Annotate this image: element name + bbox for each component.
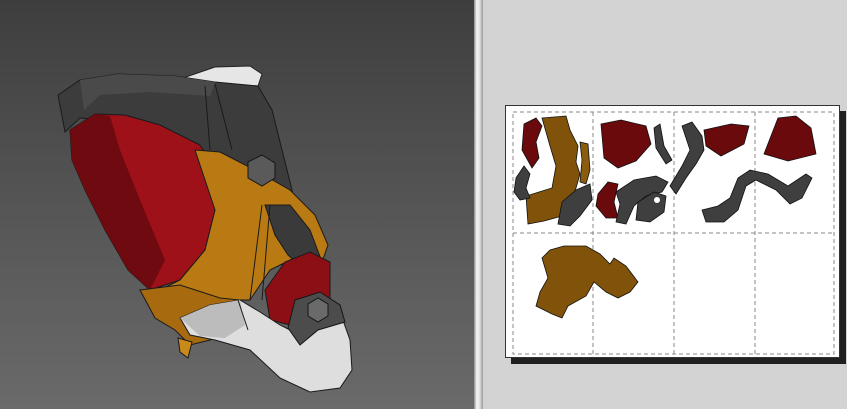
piece-gray-7[interactable] [701, 169, 813, 223]
piece-gray-4[interactable] [669, 121, 705, 195]
viewport-splitter[interactable] [474, 0, 483, 409]
piece-gray-1[interactable] [513, 165, 531, 201]
piece-maroon-5[interactable] [595, 181, 619, 219]
piece-gray-3[interactable] [653, 123, 673, 165]
piece-maroon-3[interactable] [703, 123, 750, 157]
model-orange-tab [177, 337, 193, 359]
unfold-pattern[interactable] [506, 106, 841, 359]
piece-maroon-1[interactable] [521, 117, 543, 169]
piece-maroon-4[interactable] [763, 115, 817, 162]
3d-viewport[interactable] [0, 0, 474, 409]
piece-brown-3[interactable] [535, 245, 639, 319]
3d-model[interactable] [0, 0, 474, 409]
piece-brown-2[interactable] [579, 141, 591, 185]
piece-maroon-2[interactable] [600, 119, 652, 169]
piece-gray-6-hole [654, 197, 660, 203]
paper-sheet[interactable] [505, 105, 840, 358]
